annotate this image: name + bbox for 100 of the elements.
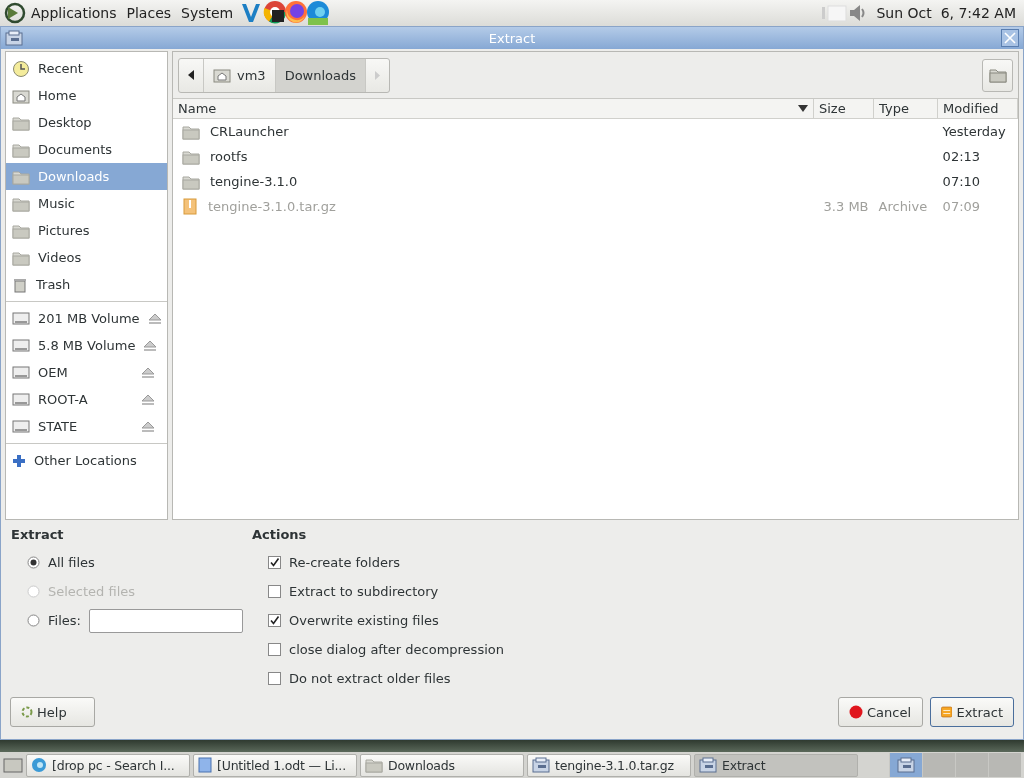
checkbox-label[interactable]: Re-create folders bbox=[289, 555, 401, 570]
sidebar-item[interactable]: Videos bbox=[6, 244, 167, 271]
drive-icon bbox=[12, 365, 30, 380]
archive-box-icon bbox=[941, 705, 953, 719]
archive-icon bbox=[182, 198, 198, 215]
checkbox-label[interactable]: Do not extract older files bbox=[289, 671, 451, 686]
new-folder-icon bbox=[988, 67, 1007, 83]
checkbox-label[interactable]: close dialog after decompression bbox=[289, 642, 504, 657]
section-title: Actions bbox=[252, 527, 308, 542]
folder-icon bbox=[12, 168, 30, 185]
archiver-icon bbox=[897, 757, 915, 773]
archiver-icon bbox=[699, 757, 717, 773]
drive-icon bbox=[12, 311, 30, 326]
stop-icon bbox=[849, 705, 863, 719]
sort-arrow-icon bbox=[798, 105, 808, 112]
folder-icon bbox=[12, 141, 30, 158]
checkbox[interactable] bbox=[268, 585, 281, 598]
help-button[interactable]: Help bbox=[10, 697, 95, 727]
file-name[interactable]: CRLauncher bbox=[210, 124, 289, 139]
column-header[interactable]: Modified bbox=[937, 99, 1018, 119]
folder-icon bbox=[12, 195, 30, 212]
sidebar-item[interactable]: Pictures bbox=[6, 217, 167, 244]
folder-icon bbox=[182, 173, 200, 190]
radio-label[interactable]: Files: bbox=[48, 613, 81, 628]
sidebar-item[interactable]: STATE bbox=[38, 419, 133, 434]
radio-button[interactable] bbox=[27, 614, 40, 627]
checkbox-label[interactable]: Extract to subdirectory bbox=[289, 584, 439, 599]
column-header[interactable]: Type bbox=[873, 99, 938, 119]
file-date: 07:10 bbox=[942, 174, 981, 189]
cancel-button[interactable]: Cancel bbox=[838, 697, 923, 727]
menu-item[interactable]: Places bbox=[121, 5, 177, 21]
section-title: Extract bbox=[11, 527, 65, 542]
radio-label[interactable]: All files bbox=[48, 555, 95, 570]
radio-button[interactable] bbox=[27, 556, 40, 569]
folder-icon bbox=[182, 123, 200, 140]
eject-icon[interactable] bbox=[141, 366, 155, 379]
files-field[interactable] bbox=[88, 608, 243, 633]
archiver-icon bbox=[5, 30, 23, 46]
file-name[interactable]: rootfs bbox=[210, 149, 248, 164]
close-icon[interactable] bbox=[1001, 29, 1019, 47]
help-icon bbox=[21, 706, 33, 718]
sidebar-item[interactable]: Documents bbox=[6, 136, 167, 163]
column-header[interactable]: Size bbox=[813, 99, 874, 119]
sidebar-item[interactable]: Recent bbox=[6, 55, 167, 82]
folder-icon bbox=[12, 114, 30, 131]
path-button[interactable]: vm3 bbox=[204, 58, 276, 92]
home-icon bbox=[12, 87, 30, 104]
sidebar-item[interactable]: Home bbox=[6, 82, 167, 109]
taskbar-button[interactable]: [drop pc - Search I... bbox=[26, 753, 190, 777]
taskbar-button[interactable]: Downloads bbox=[360, 753, 524, 777]
sidebar-item[interactable]: Music bbox=[6, 190, 167, 217]
workspace-button[interactable] bbox=[889, 753, 922, 777]
new-folder-button[interactable] bbox=[982, 58, 1013, 92]
checkbox[interactable] bbox=[268, 672, 281, 685]
folder-icon bbox=[12, 249, 30, 266]
sidebar-item[interactable]: ROOT-A bbox=[38, 392, 133, 407]
eject-icon[interactable] bbox=[141, 393, 155, 406]
taskbar-button[interactable]: tengine-3.1.0.tar.gz bbox=[527, 753, 691, 777]
extract-button[interactable]: Extract bbox=[930, 697, 1014, 727]
file-name[interactable]: tengine-3.1.0 bbox=[210, 174, 298, 189]
eject-icon[interactable] bbox=[143, 339, 158, 352]
home-icon bbox=[213, 67, 231, 83]
drive-icon bbox=[12, 392, 30, 407]
checkbox[interactable] bbox=[268, 643, 281, 656]
column-header[interactable]: Name bbox=[173, 99, 814, 119]
document-icon bbox=[198, 757, 212, 773]
clock[interactable]: Sun Oct 6, 7:42 AM bbox=[868, 5, 1020, 21]
logo-icon[interactable] bbox=[4, 2, 26, 24]
window-title: Extract bbox=[488, 30, 536, 46]
path-button[interactable]: Downloads bbox=[275, 58, 367, 92]
sidebar-item[interactable]: 201 MB Volume bbox=[38, 311, 140, 326]
sidebar-item[interactable]: OEM bbox=[38, 365, 133, 380]
drive-icon bbox=[12, 338, 30, 353]
drive-icon bbox=[12, 419, 30, 434]
eject-icon[interactable] bbox=[141, 420, 155, 433]
file-date: Yesterday bbox=[942, 124, 1006, 139]
checkbox[interactable] bbox=[268, 614, 281, 627]
menu-item[interactable]: Applications bbox=[26, 5, 122, 21]
file-size: 3.3 MB bbox=[823, 199, 869, 214]
browser-icon[interactable] bbox=[263, 0, 288, 24]
taskbar-button[interactable]: [Untitled 1.odt — Li... bbox=[193, 753, 357, 777]
folder-icon bbox=[12, 222, 30, 239]
taskbar-button[interactable]: Extract bbox=[694, 753, 858, 777]
desktop-icon[interactable] bbox=[3, 756, 23, 774]
eject-icon[interactable] bbox=[147, 312, 162, 325]
checkbox[interactable] bbox=[268, 556, 281, 569]
clock-icon bbox=[12, 59, 30, 78]
file-date: 07:09 bbox=[942, 199, 981, 214]
menu-item[interactable]: System bbox=[176, 5, 239, 21]
left-arrow-icon bbox=[188, 70, 194, 80]
file-date: 02:13 bbox=[942, 149, 981, 164]
sidebar-item[interactable]: Desktop bbox=[6, 109, 167, 136]
archiver-icon bbox=[532, 757, 550, 773]
folder-icon bbox=[182, 148, 200, 165]
checkbox-label[interactable]: Overwrite existing files bbox=[289, 613, 439, 628]
sidebar-item[interactable]: 5.8 MB Volume bbox=[38, 338, 136, 353]
sidebar-item[interactable]: Other Locations bbox=[6, 447, 167, 474]
browser-icon bbox=[31, 757, 47, 773]
sidebar-item[interactable]: Trash bbox=[6, 271, 167, 298]
trash-icon bbox=[12, 276, 28, 293]
